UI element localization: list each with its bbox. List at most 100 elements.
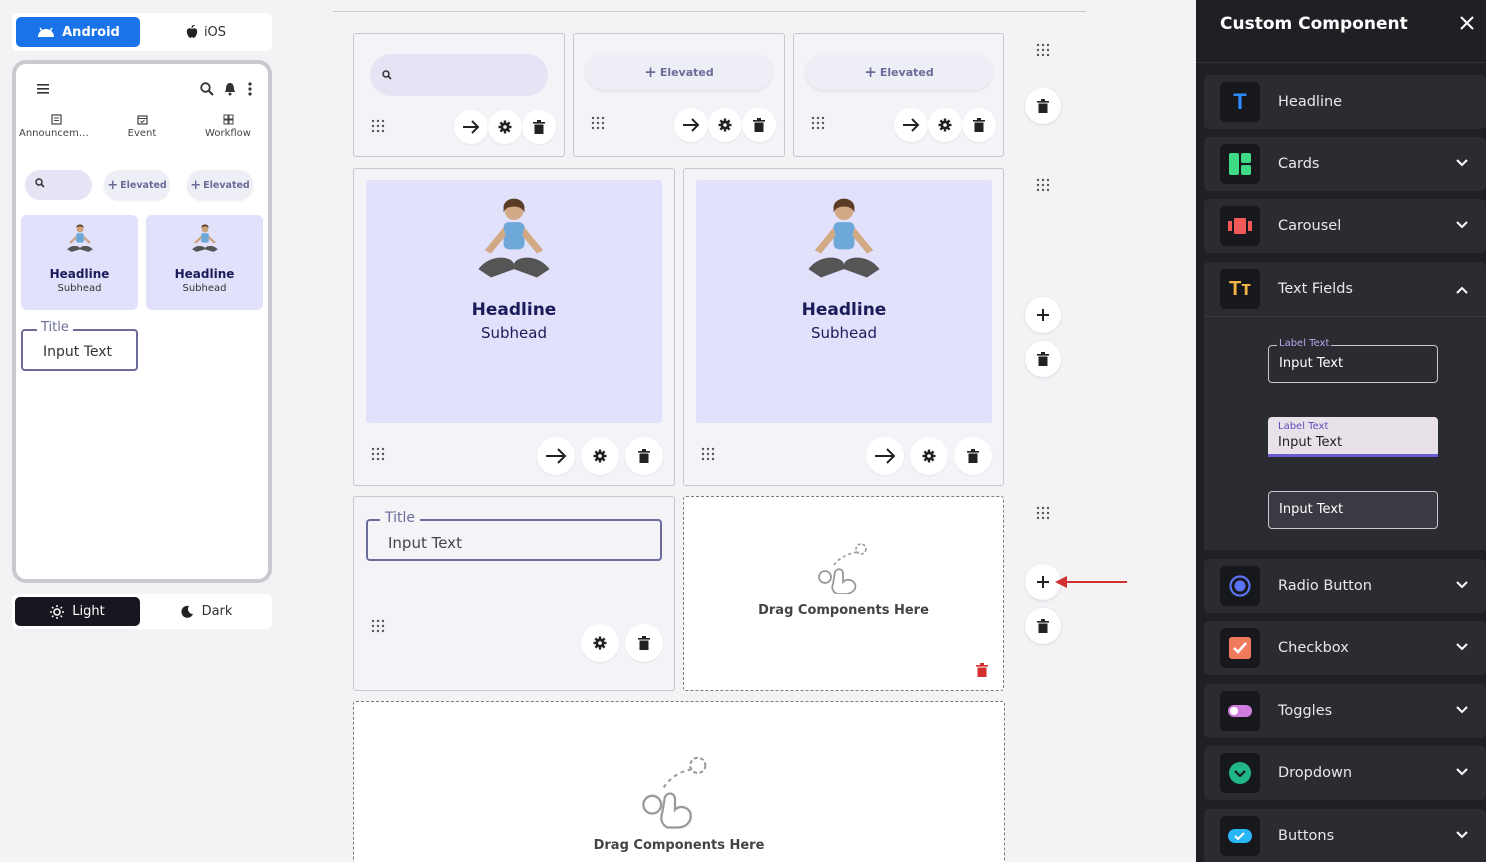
tab-workflow[interactable]: Workflow xyxy=(191,114,265,139)
sidebar-title: Custom Component xyxy=(1220,14,1408,34)
card-cell[interactable]: Headline Subhead xyxy=(683,168,1004,486)
trash-icon xyxy=(753,118,765,132)
delete-button[interactable] xyxy=(954,437,992,475)
row-drag-handle-icon[interactable] xyxy=(1036,506,1050,520)
phone-card[interactable]: Headline Subhead xyxy=(146,215,263,310)
phone-elevated-button[interactable]: + Elevated xyxy=(104,170,170,200)
text-field-cell[interactable]: Title Input Text xyxy=(353,496,675,691)
drag-handle-icon[interactable] xyxy=(811,116,825,130)
row-drag-handle-icon[interactable] xyxy=(1036,43,1050,57)
outlined-text-field[interactable]: Title Input Text xyxy=(366,510,662,561)
text-fields-panel: Label Text Input Text Label Text Input T… xyxy=(1204,316,1486,550)
delete-row-button[interactable] xyxy=(1025,608,1061,644)
phone-elevated-button[interactable]: + Elevated xyxy=(187,170,253,200)
drop-zone[interactable]: Drag Components Here xyxy=(353,701,1005,862)
drop-zone-label: Drag Components Here xyxy=(593,838,765,853)
elevated-button-cell[interactable]: + Elevated xyxy=(573,33,785,157)
delete-button[interactable] xyxy=(522,110,556,144)
settings-button[interactable] xyxy=(910,437,948,475)
grid-icon xyxy=(223,114,233,125)
trash-icon xyxy=(973,118,985,132)
arrow-right-button[interactable] xyxy=(454,110,488,144)
field-label: Label Text xyxy=(1278,421,1329,432)
drag-handle-icon[interactable] xyxy=(371,447,385,461)
phone-search-bar[interactable] xyxy=(25,170,92,200)
gear-icon xyxy=(498,120,512,134)
settings-button[interactable] xyxy=(928,108,962,142)
sidebar-item-text-fields[interactable]: Tт Text Fields xyxy=(1204,262,1486,316)
settings-button[interactable] xyxy=(581,437,619,475)
text-field-variant-outlined[interactable]: Label Text Input Text xyxy=(1228,327,1478,397)
arrow-right-button[interactable] xyxy=(894,108,928,142)
settings-button[interactable] xyxy=(488,110,522,144)
gear-icon xyxy=(718,118,732,132)
field-label: Title xyxy=(380,510,421,526)
delete-button[interactable] xyxy=(625,624,663,662)
arrow-right-icon xyxy=(683,118,700,132)
row-drag-handle-icon[interactable] xyxy=(1036,178,1050,192)
elevated-label: Elevated xyxy=(203,179,250,191)
drag-handle-icon[interactable] xyxy=(591,116,605,130)
sidebar-item-cards[interactable]: Cards xyxy=(1204,137,1486,191)
text-field-variant-filled[interactable]: Label Text Input Text xyxy=(1228,405,1478,475)
card-cell[interactable]: Headline Subhead xyxy=(353,168,675,486)
sidebar-item-carousel[interactable]: Carousel xyxy=(1204,199,1486,253)
phone-card[interactable]: Headline Subhead xyxy=(21,215,138,310)
chevron-down-icon xyxy=(1456,581,1468,589)
search-icon xyxy=(382,70,392,80)
delete-button[interactable] xyxy=(962,108,996,142)
elevated-button[interactable]: + Elevated xyxy=(806,54,992,90)
delete-row-button[interactable] xyxy=(1025,341,1061,377)
delete-button[interactable] xyxy=(625,437,663,475)
light-theme-button[interactable]: Light xyxy=(15,597,140,626)
arrow-right-button[interactable] xyxy=(537,437,575,475)
text-field-variant-basic[interactable]: Input Text xyxy=(1228,477,1478,547)
tab-event[interactable]: Event xyxy=(105,114,179,139)
more-vert-icon[interactable] xyxy=(248,82,252,96)
sidebar-item-dropdown[interactable]: Dropdown xyxy=(1204,746,1486,800)
settings-button[interactable] xyxy=(581,624,619,662)
sidebar-item-buttons[interactable]: Buttons xyxy=(1204,809,1486,862)
drag-handle-icon[interactable] xyxy=(371,119,385,133)
drop-zone-label: Drag Components Here xyxy=(758,603,929,618)
menu-icon[interactable] xyxy=(37,84,49,94)
field-value: Input Text xyxy=(43,344,113,360)
tab-announcements[interactable]: Announceme... xyxy=(19,114,93,139)
settings-button[interactable] xyxy=(708,108,742,142)
card[interactable]: Headline Subhead xyxy=(696,180,992,423)
phone-text-field[interactable]: Title Input Text xyxy=(21,320,138,371)
arrow-right-button[interactable] xyxy=(866,437,904,475)
card-subhead: Subhead xyxy=(481,324,547,342)
android-button[interactable]: Android xyxy=(16,17,140,47)
close-icon[interactable] xyxy=(1458,14,1476,32)
search-bar[interactable] xyxy=(370,54,548,96)
delete-button[interactable] xyxy=(742,108,776,142)
search-bar-cell[interactable] xyxy=(353,33,565,157)
search-icon[interactable] xyxy=(200,82,214,96)
bell-icon[interactable] xyxy=(224,82,236,96)
canvas-top-divider xyxy=(333,11,1086,12)
sidebar-item-label: Buttons xyxy=(1278,828,1335,844)
arrow-right-button[interactable] xyxy=(674,108,708,142)
elevated-button-cell[interactable]: + Elevated xyxy=(793,33,1004,157)
sidebar-item-headline[interactable]: T Headline xyxy=(1204,75,1486,129)
sidebar-item-toggles[interactable]: Toggles xyxy=(1204,684,1486,738)
add-column-button[interactable] xyxy=(1025,297,1061,333)
search-icon xyxy=(35,178,45,188)
dark-theme-button[interactable]: Dark xyxy=(144,597,269,626)
yoga-person-image xyxy=(66,224,93,252)
sidebar-item-radio-button[interactable]: Radio Button xyxy=(1204,559,1486,613)
delete-row-button[interactable] xyxy=(1025,88,1061,124)
basic-field-preview: Input Text xyxy=(1268,491,1438,529)
trash-icon xyxy=(1037,352,1049,366)
plus-icon xyxy=(1037,309,1049,321)
trash-icon[interactable] xyxy=(976,663,988,677)
drop-zone[interactable]: Drag Components Here xyxy=(683,496,1004,691)
phone-tabs: Announceme... Event Workflow xyxy=(16,114,268,139)
card[interactable]: Headline Subhead xyxy=(366,180,662,423)
drag-handle-icon[interactable] xyxy=(701,447,715,461)
ios-button[interactable]: iOS xyxy=(144,17,268,47)
elevated-button[interactable]: + Elevated xyxy=(586,54,772,90)
drag-handle-icon[interactable] xyxy=(371,619,385,633)
sidebar-item-checkbox[interactable]: Checkbox xyxy=(1204,621,1486,675)
